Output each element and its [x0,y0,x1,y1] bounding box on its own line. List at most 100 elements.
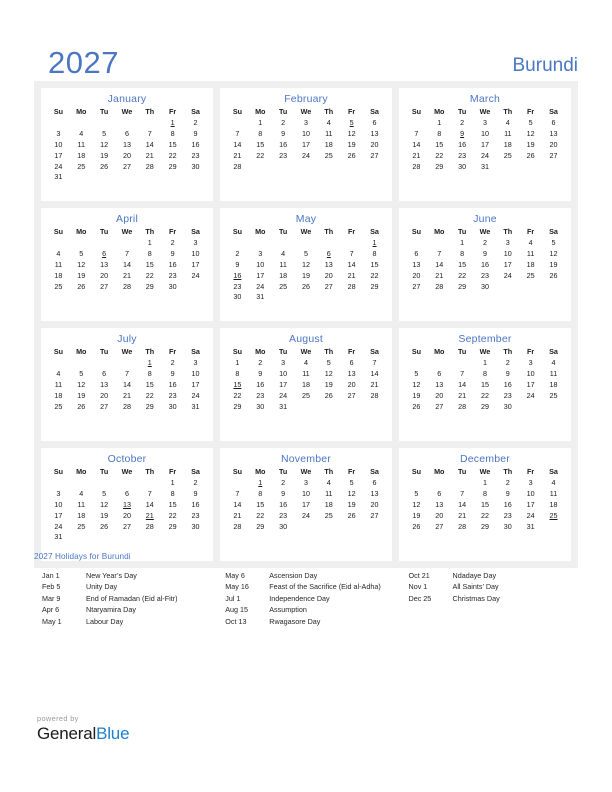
day-cell[interactable]: 12 [519,129,542,140]
day-cell[interactable]: 17 [184,380,207,391]
day-cell[interactable]: 29 [363,281,386,292]
day-cell[interactable]: 14 [116,380,139,391]
day-cell[interactable]: 7 [226,489,249,500]
day-cell[interactable]: 6 [93,369,116,380]
day-cell[interactable]: 11 [542,369,565,380]
day-cell[interactable]: 11 [317,489,340,500]
day-cell[interactable]: 9 [161,249,184,260]
day-cell[interactable]: 9 [184,489,207,500]
day-cell[interactable]: 17 [47,510,70,521]
day-cell[interactable]: 13 [428,500,451,511]
day-cell[interactable]: 15 [451,260,474,271]
day-cell[interactable]: 21 [226,510,249,521]
day-cell[interactable]: 20 [405,270,428,281]
day-cell[interactable]: 4 [295,358,318,369]
day-cell[interactable]: 24 [249,281,272,292]
day-cell[interactable]: 25 [70,161,93,172]
day-cell[interactable]: 16 [184,500,207,511]
day-cell[interactable]: 20 [428,510,451,521]
day-cell[interactable]: 25 [272,281,295,292]
day-cell[interactable]: 30 [474,281,497,292]
day-cell[interactable]: 1 [161,478,184,489]
day-cell[interactable]: 20 [93,270,116,281]
day-cell[interactable]: 22 [474,510,497,521]
day-cell[interactable]: 29 [451,281,474,292]
day-cell[interactable]: 12 [70,260,93,271]
day-cell[interactable]: 13 [363,489,386,500]
day-cell[interactable]: 21 [138,150,161,161]
day-cell[interactable]: 2 [496,358,519,369]
day-cell[interactable]: 3 [272,358,295,369]
day-cell[interactable]: 27 [116,521,139,532]
day-cell[interactable]: 25 [70,521,93,532]
day-cell[interactable]: 10 [519,369,542,380]
day-cell[interactable]: 5 [519,118,542,129]
day-cell[interactable]: 9 [161,369,184,380]
day-cell[interactable]: 2 [161,358,184,369]
day-cell[interactable]: 7 [138,489,161,500]
day-cell[interactable]: 8 [249,489,272,500]
day-cell[interactable]: 24 [47,161,70,172]
day-cell[interactable]: 15 [249,500,272,511]
day-cell[interactable]: 15 [161,500,184,511]
day-cell[interactable]: 28 [405,161,428,172]
day-cell[interactable]: 7 [363,358,386,369]
day-cell[interactable]: 19 [519,140,542,151]
day-cell[interactable]: 30 [161,401,184,412]
day-cell[interactable]: 4 [496,118,519,129]
day-cell[interactable]: 9 [496,369,519,380]
day-cell[interactable]: 31 [474,161,497,172]
day-cell[interactable]: 6 [542,118,565,129]
day-cell[interactable]: 5 [405,369,428,380]
day-cell[interactable]: 11 [47,260,70,271]
day-cell[interactable]: 8 [161,129,184,140]
day-cell[interactable]: 24 [184,270,207,281]
day-cell[interactable]: 18 [317,500,340,511]
day-cell[interactable]: 13 [317,260,340,271]
day-cell[interactable]: 20 [340,380,363,391]
day-cell[interactable]: 16 [272,140,295,151]
day-cell[interactable]: 16 [249,380,272,391]
day-cell[interactable]: 3 [519,478,542,489]
day-cell[interactable]: 9 [474,249,497,260]
day-cell[interactable]: 29 [138,401,161,412]
day-cell[interactable]: 23 [184,150,207,161]
day-cell[interactable]: 22 [226,390,249,401]
day-cell[interactable]: 16 [496,380,519,391]
day-cell[interactable]: 14 [226,500,249,511]
day-cell[interactable]: 15 [138,380,161,391]
day-cell[interactable]: 7 [451,489,474,500]
day-cell[interactable]: 31 [249,292,272,303]
day-cell[interactable]: 29 [161,161,184,172]
day-cell[interactable]: 10 [272,369,295,380]
day-cell[interactable]: 30 [496,401,519,412]
day-cell[interactable]: 26 [295,281,318,292]
day-cell[interactable]: 18 [47,270,70,281]
day-cell[interactable]: 28 [451,521,474,532]
day-cell[interactable]: 26 [542,270,565,281]
day-cell[interactable]: 24 [295,510,318,521]
day-cell[interactable]: 3 [184,238,207,249]
day-cell[interactable]: 28 [116,281,139,292]
day-cell[interactable]: 2 [249,358,272,369]
day-cell[interactable]: 7 [340,249,363,260]
day-cell-holiday[interactable]: 1 [249,478,272,489]
day-cell[interactable]: 17 [474,140,497,151]
day-cell[interactable]: 9 [272,129,295,140]
day-cell[interactable]: 5 [70,369,93,380]
day-cell[interactable]: 20 [542,140,565,151]
day-cell[interactable]: 17 [184,260,207,271]
day-cell[interactable]: 13 [405,260,428,271]
day-cell[interactable]: 27 [116,161,139,172]
day-cell[interactable]: 11 [317,129,340,140]
day-cell[interactable]: 22 [451,270,474,281]
day-cell[interactable]: 17 [295,140,318,151]
day-cell[interactable]: 5 [70,249,93,260]
day-cell[interactable]: 22 [249,510,272,521]
day-cell[interactable]: 21 [340,270,363,281]
day-cell[interactable]: 15 [474,380,497,391]
day-cell[interactable]: 11 [295,369,318,380]
day-cell[interactable]: 3 [47,489,70,500]
day-cell[interactable]: 19 [93,510,116,521]
day-cell[interactable]: 10 [295,129,318,140]
